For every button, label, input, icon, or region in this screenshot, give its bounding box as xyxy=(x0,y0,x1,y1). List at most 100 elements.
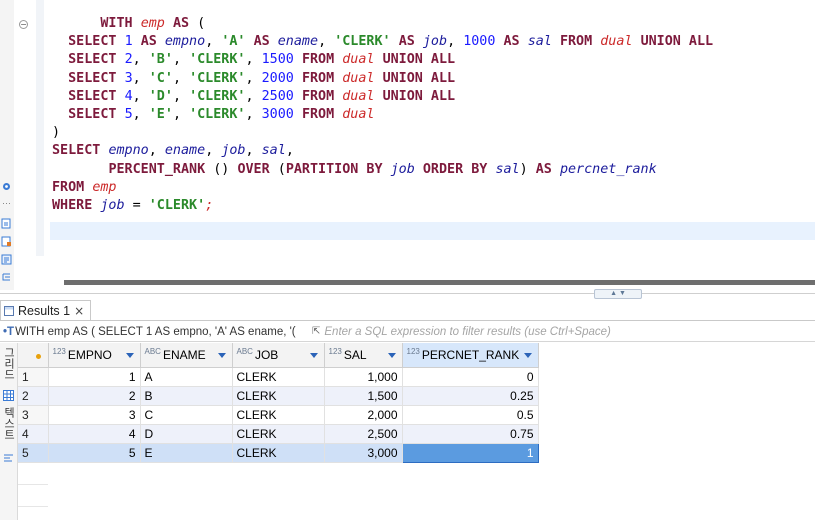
results-tab-label: Results 1 xyxy=(18,303,71,318)
code-line[interactable]: FROM emp xyxy=(52,179,713,197)
sort-dropdown-icon[interactable] xyxy=(309,353,318,358)
code-line[interactable]: SELECT empno, ename, job, sal, xyxy=(52,142,713,160)
code-token: SELECT xyxy=(52,143,101,159)
code-token: job xyxy=(100,197,125,213)
sort-dropdown-icon[interactable] xyxy=(523,353,532,358)
table-row[interactable]: 3 3 C CLERK 2,000 0.5 xyxy=(18,405,539,425)
cell-sal[interactable]: 1,000 xyxy=(324,367,403,387)
column-header-label: ENAME xyxy=(162,348,206,363)
table-row[interactable]: 5 5 E CLERK 3,000 1 xyxy=(18,442,539,463)
settings-gear-icon[interactable] xyxy=(1,181,12,192)
sort-dropdown-icon[interactable] xyxy=(125,353,134,358)
cell-job[interactable]: CLERK xyxy=(232,443,325,463)
code-token: 'D' xyxy=(148,88,173,104)
code-token: AS xyxy=(535,161,552,177)
filter-input[interactable] xyxy=(322,322,815,341)
table-row[interactable]: 2 2 B CLERK 1,500 0.25 xyxy=(18,386,539,406)
cell-empno[interactable]: 1 xyxy=(48,367,141,387)
code-token: 'A' xyxy=(221,34,246,50)
cell-empno[interactable]: 3 xyxy=(48,405,141,425)
row-number-header[interactable] xyxy=(18,343,49,368)
cell-sal[interactable]: 3,000 xyxy=(324,443,403,463)
column-header-ename[interactable]: ABC ENAME xyxy=(140,343,233,368)
cell-ename[interactable]: A xyxy=(140,367,233,387)
outline-icon[interactable] xyxy=(1,272,12,283)
cell-job[interactable]: CLERK xyxy=(232,424,325,444)
new-script-icon[interactable] xyxy=(1,218,12,229)
sort-dropdown-icon[interactable] xyxy=(387,353,396,358)
empty-row xyxy=(18,462,538,485)
cell-job[interactable]: CLERK xyxy=(232,405,325,425)
code-line[interactable]: SELECT 3, 'C', 'CLERK', 2000 FROM dual U… xyxy=(52,70,713,88)
row-number[interactable]: 5 xyxy=(18,443,49,463)
cell-ename[interactable]: E xyxy=(140,443,233,463)
column-header-job[interactable]: ABC JOB xyxy=(232,343,325,368)
code-token: () xyxy=(205,161,238,177)
cell-job[interactable]: CLERK xyxy=(232,367,325,387)
code-token: FROM xyxy=(301,88,335,104)
code-token: , xyxy=(148,143,165,159)
editor-horizontal-scrollbar[interactable] xyxy=(64,280,815,285)
cell-percnet_rank[interactable]: 0 xyxy=(402,367,539,387)
code-token: 3000 xyxy=(261,106,294,122)
code-line[interactable]: SELECT 1 AS empno, 'A' AS ename, 'CLERK'… xyxy=(52,33,713,51)
code-token: 'CLERK' xyxy=(189,52,246,68)
table-row[interactable]: 1 1 A CLERK 1,000 0 xyxy=(18,367,539,387)
close-icon[interactable]: × xyxy=(74,304,84,318)
fold-collapse-icon[interactable]: − xyxy=(19,20,28,29)
row-number[interactable]: 1 xyxy=(18,367,49,387)
code-token: , xyxy=(172,52,190,68)
code-token: 5 xyxy=(124,106,133,122)
row-number[interactable]: 2 xyxy=(18,386,49,406)
code-token: ORDER BY xyxy=(422,161,488,177)
open-script-icon[interactable] xyxy=(1,236,12,247)
cell-ename[interactable]: D xyxy=(140,424,233,444)
cell-empno[interactable]: 5 xyxy=(48,443,141,463)
splitter-toggle-handle[interactable]: ▲ ▼ xyxy=(594,289,642,299)
cell-sal[interactable]: 2,000 xyxy=(324,405,403,425)
code-line[interactable]: SELECT 2, 'B', 'CLERK', 1500 FROM dual U… xyxy=(52,51,713,69)
cell-sal[interactable]: 2,500 xyxy=(324,424,403,444)
cell-ename[interactable]: C xyxy=(140,405,233,425)
code-line[interactable]: PERCENT_RANK () OVER (PARTITION BY job O… xyxy=(52,161,713,179)
grid-icon[interactable] xyxy=(3,390,14,401)
cell-percnet_rank[interactable]: 0.75 xyxy=(402,424,539,444)
code-token: AS xyxy=(172,16,190,31)
code-line[interactable]: WHERE job = 'CLERK'; xyxy=(52,197,713,215)
column-header-empno[interactable]: 123 EMPNO xyxy=(48,343,141,368)
overflow-dots-icon[interactable]: ··· xyxy=(2,199,11,208)
cell-empno[interactable]: 2 xyxy=(48,386,141,406)
code-line[interactable]: WITH emp AS ( xyxy=(52,15,713,33)
row-number[interactable]: 4 xyxy=(18,424,49,444)
sort-dropdown-icon[interactable] xyxy=(217,353,226,358)
code-token: 4 xyxy=(124,88,133,104)
text-view-icon[interactable] xyxy=(3,453,14,464)
sql-code[interactable]: WITH emp AS ( SELECT 1 AS empno, 'A' AS … xyxy=(52,15,713,215)
cell-percnet_rank[interactable]: 0.25 xyxy=(402,386,539,406)
tab-grid-view[interactable]: 그리드 xyxy=(1,347,16,383)
results-grid[interactable]: 123 EMPNO ABC ENAME ABC JOB 123 SAL 123 PERCNET_R… xyxy=(18,343,539,520)
sql-file-icon[interactable] xyxy=(1,254,12,265)
filter-expand-icon[interactable]: ⇱ xyxy=(312,326,320,337)
column-header-sal[interactable]: 123 SAL xyxy=(324,343,403,368)
code-line[interactable]: SELECT 5, 'E', 'CLERK', 3000 FROM dual xyxy=(52,106,713,124)
cell-ename[interactable]: B xyxy=(140,386,233,406)
code-token: , xyxy=(245,70,262,86)
cell-sal[interactable]: 1,500 xyxy=(324,386,403,406)
table-row[interactable]: 4 4 D CLERK 2,500 0.75 xyxy=(18,424,539,444)
column-header-percnet_rank[interactable]: 123 PERCNET_RANK xyxy=(402,343,539,368)
code-line[interactable]: ) xyxy=(52,124,713,142)
tab-text-view[interactable]: 텍스트 xyxy=(1,407,16,443)
cell-percnet_rank[interactable]: 0.5 xyxy=(402,405,539,425)
cell-empno[interactable]: 4 xyxy=(48,424,141,444)
cell-percnet_rank[interactable]: 1 xyxy=(401,442,539,463)
cell-job[interactable]: CLERK xyxy=(232,386,325,406)
panel-splitter[interactable] xyxy=(0,293,815,294)
code-line[interactable]: SELECT 4, 'D', 'CLERK', 2500 FROM dual U… xyxy=(52,88,713,106)
row-number[interactable]: 3 xyxy=(18,405,49,425)
tab-results-1[interactable]: Results 1 × xyxy=(0,300,92,320)
